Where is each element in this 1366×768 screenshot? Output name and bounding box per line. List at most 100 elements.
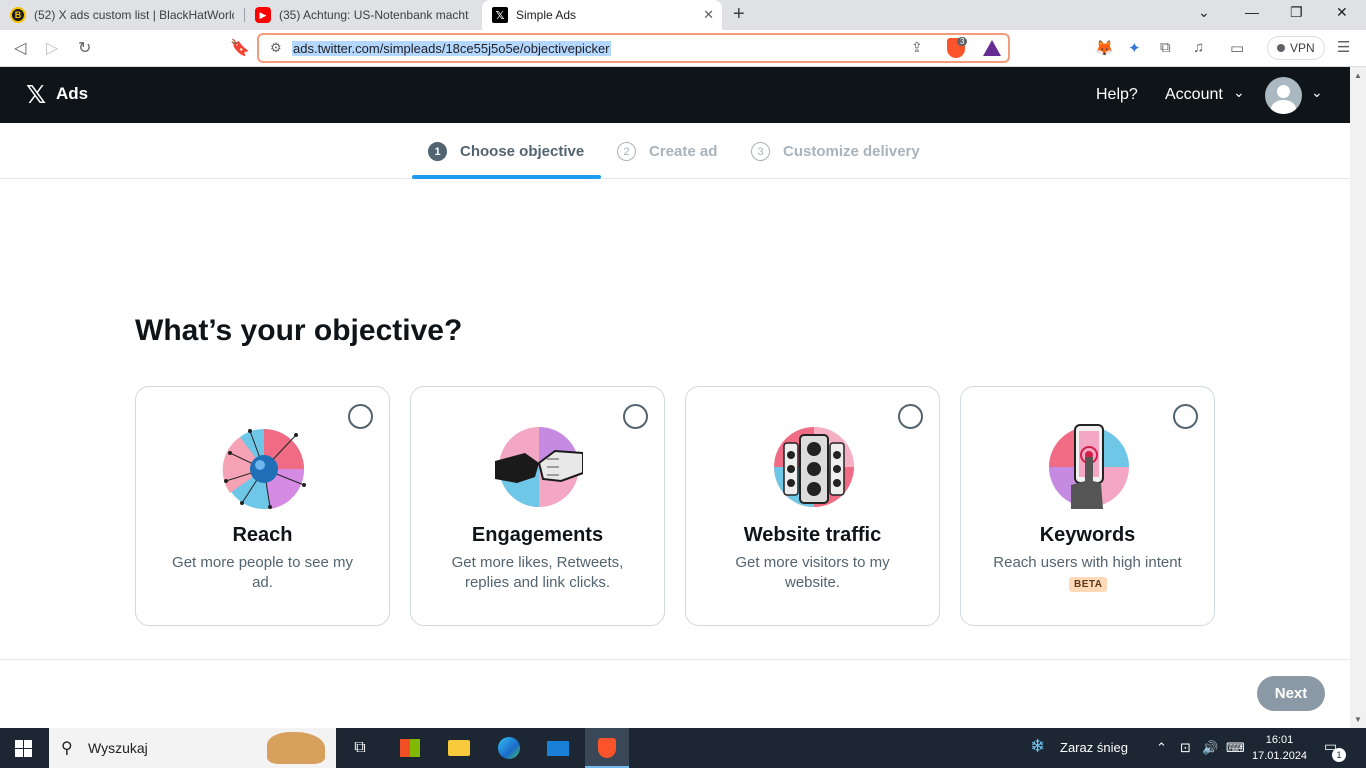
- tab-search-chevron-icon[interactable]: ⌄: [1198, 4, 1210, 21]
- metamask-icon[interactable]: 🦊: [1095, 39, 1114, 57]
- site-settings-icon[interactable]: ⚙: [270, 40, 282, 56]
- browser-tab-bar: B (52) X ads custom list | BlackHatWorld…: [0, 0, 1366, 30]
- notification-count: 1: [1332, 748, 1346, 762]
- traffic-light-illustration-icon: [774, 427, 854, 507]
- help-link[interactable]: Help?: [1096, 86, 1138, 104]
- forward-icon[interactable]: ▷: [46, 38, 58, 58]
- ads-header: 𝕏 Ads Help? Account ⌄ ⌄: [0, 67, 1350, 123]
- objective-title: Reach: [232, 524, 293, 546]
- tab-blackhatworld[interactable]: B (52) X ads custom list | BlackHatWorld: [0, 0, 244, 30]
- page-content: 𝕏 Ads Help? Account ⌄ ⌄ 1 Choose objecti…: [0, 67, 1350, 728]
- bookmark-icon[interactable]: 🔖: [230, 38, 250, 58]
- step-label: Create ad: [649, 143, 718, 160]
- step-number: 3: [751, 142, 770, 161]
- page-title: What’s your objective?: [135, 314, 463, 347]
- extension-blue-icon[interactable]: ✦: [1128, 39, 1141, 57]
- scroll-up-icon[interactable]: ▲: [1354, 71, 1362, 80]
- ads-logo-text[interactable]: Ads: [56, 84, 88, 104]
- tray-chevron-up-icon[interactable]: ⌃: [1156, 740, 1167, 756]
- snow-weather-icon[interactable]: ❄: [1030, 736, 1045, 757]
- browser-toolbar: ◁ ▷ ↻ 🔖 ⚙ ads.twitter.com/simpleads/18ce…: [0, 30, 1366, 67]
- clock-date: 17.01.2024: [1252, 750, 1308, 762]
- vpn-button[interactable]: VPN: [1267, 36, 1325, 60]
- avatar-body: [1271, 100, 1296, 114]
- step-label: Customize delivery: [783, 143, 920, 160]
- account-menu[interactable]: Account: [1165, 86, 1223, 104]
- tab-youtube[interactable]: ▶ (35) Achtung: US-Notenbank macht a: [245, 0, 481, 30]
- edge-icon[interactable]: [497, 736, 521, 760]
- objective-description: Get more people to see my ad.: [172, 554, 353, 591]
- x-logo-icon: 𝕏: [492, 7, 508, 23]
- scroll-down-icon[interactable]: ▼: [1354, 715, 1362, 724]
- windows-start-icon[interactable]: [15, 740, 32, 757]
- weather-text[interactable]: Zaraz śnieg: [1060, 740, 1128, 755]
- task-view-icon[interactable]: ⧉: [348, 736, 372, 760]
- media-controls-icon[interactable]: ♫: [1193, 39, 1204, 56]
- clock-time: 16:01: [1265, 734, 1294, 746]
- address-bar[interactable]: ⚙ ads.twitter.com/simpleads/18ce55j5o5e/…: [257, 33, 1010, 63]
- tab-simple-ads[interactable]: 𝕏 Simple Ads ✕: [482, 0, 722, 30]
- keywords-phone-illustration-icon: [1049, 424, 1129, 509]
- objective-description: Get more visitors to my website.: [735, 554, 890, 591]
- objective-description: Reach users with high intent: [993, 554, 1182, 571]
- network-icon[interactable]: ⊡: [1180, 740, 1191, 756]
- vpn-status-icon: [1277, 44, 1285, 52]
- objective-title: Keywords: [1039, 524, 1136, 546]
- objective-card-engagements[interactable]: Engagements Get more likes, Retweets, re…: [410, 386, 665, 626]
- avatar[interactable]: [1265, 77, 1302, 114]
- chevron-down-icon[interactable]: ⌄: [1311, 84, 1323, 101]
- radio-button[interactable]: [1173, 404, 1198, 429]
- taskbar-search[interactable]: ⚲ Wyszukaj: [49, 728, 336, 768]
- mail-icon[interactable]: [546, 736, 570, 760]
- minimize-button[interactable]: —: [1245, 4, 1259, 20]
- reload-icon[interactable]: ↻: [78, 38, 91, 58]
- beta-badge: BETA: [1069, 577, 1108, 592]
- objective-title: Engagements: [471, 524, 604, 546]
- step-customize-delivery[interactable]: 3 Customize delivery: [751, 142, 920, 161]
- browser-menu-icon[interactable]: ☰: [1337, 38, 1350, 56]
- microsoft-store-icon[interactable]: [398, 736, 422, 760]
- radio-button[interactable]: [348, 404, 373, 429]
- step-create-ad[interactable]: 2 Create ad: [617, 142, 717, 161]
- footer-divider: [0, 659, 1350, 660]
- brave-rewards-icon[interactable]: [983, 40, 1001, 56]
- search-placeholder: Wyszukaj: [88, 740, 148, 756]
- avatar-head: [1277, 85, 1290, 98]
- url-text[interactable]: ads.twitter.com/simpleads/18ce55j5o5e/ob…: [292, 41, 611, 56]
- back-icon[interactable]: ◁: [14, 38, 26, 58]
- step-number: 1: [428, 142, 447, 161]
- next-button[interactable]: Next: [1257, 676, 1325, 711]
- share-icon[interactable]: ⇪: [911, 39, 923, 56]
- blackhatworld-icon: B: [10, 7, 26, 23]
- wallet-icon[interactable]: ▭: [1230, 39, 1244, 57]
- step-label: Choose objective: [460, 143, 585, 160]
- youtube-icon: ▶: [255, 7, 271, 23]
- radio-button[interactable]: [623, 404, 648, 429]
- file-explorer-icon[interactable]: [447, 736, 471, 760]
- objective-card-website-traffic[interactable]: Website traffic Get more visitors to my …: [685, 386, 940, 626]
- page-scrollbar[interactable]: ▲ ▼: [1350, 67, 1366, 728]
- step-choose-objective[interactable]: 1 Choose objective: [428, 142, 584, 161]
- close-tab-icon[interactable]: ✕: [703, 7, 714, 23]
- close-window-button[interactable]: ✕: [1336, 4, 1348, 21]
- keyboard-icon[interactable]: ⌨: [1226, 740, 1245, 756]
- restore-button[interactable]: ❐: [1290, 4, 1303, 21]
- taskbar-clock[interactable]: 16:01 17.01.2024: [1252, 732, 1307, 764]
- engagements-illustration-icon: [495, 427, 583, 507]
- extensions-puzzle-icon[interactable]: ⧉: [1160, 39, 1171, 56]
- new-tab-button[interactable]: +: [733, 3, 745, 26]
- vpn-label: VPN: [1290, 41, 1315, 55]
- search-highlight-fox-icon: [267, 732, 325, 764]
- objective-card-reach[interactable]: Reach Get more people to see my ad.: [135, 386, 390, 626]
- volume-icon[interactable]: 🔊: [1202, 740, 1218, 756]
- brave-icon[interactable]: [595, 736, 619, 760]
- chevron-down-icon[interactable]: ⌄: [1233, 84, 1245, 101]
- objective-card-keywords[interactable]: Keywords Reach users with high intent BE…: [960, 386, 1215, 626]
- active-step-indicator: [412, 175, 601, 179]
- x-logo-icon[interactable]: 𝕏: [26, 82, 46, 108]
- radio-button[interactable]: [898, 404, 923, 429]
- windows-taskbar: ⚲ Wyszukaj ⧉ ❄ Zaraz śnieg ⌃ ⊡ 🔊 ⌨ 16:01…: [0, 728, 1366, 768]
- progress-steps: 1 Choose objective 2 Create ad 3 Customi…: [0, 123, 1350, 179]
- brave-shields-count: 3: [957, 37, 968, 46]
- reach-illustration-icon: [222, 429, 306, 509]
